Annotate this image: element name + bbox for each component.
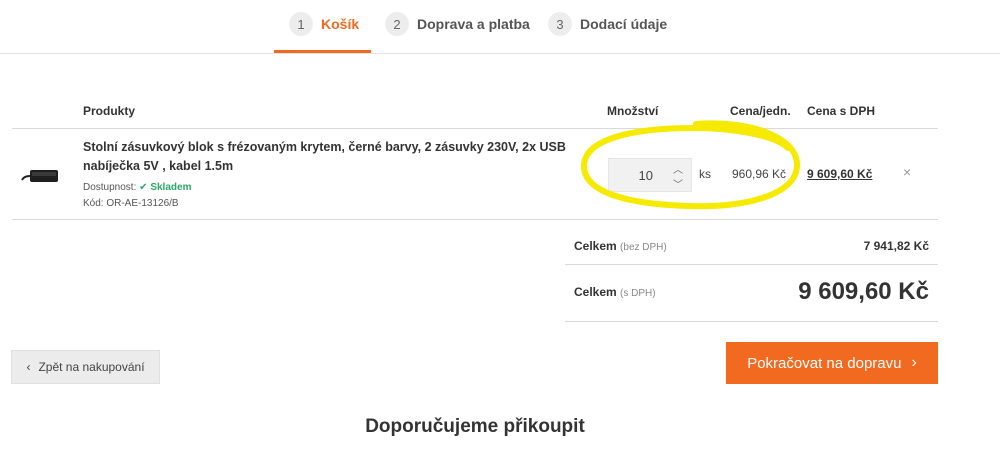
back-button-label: Zpět na nakupování: [38, 360, 145, 374]
total-gross-label: Celkem (s DPH): [574, 285, 656, 299]
total-gross-label-text: Celkem: [574, 285, 617, 299]
step-label: Košík: [321, 16, 360, 32]
total-net-label-text: Celkem: [574, 239, 617, 253]
totals-bottom-divider: [565, 321, 938, 322]
product-title-link[interactable]: Stolní zásuvkový blok s frézovaným kryte…: [83, 138, 583, 176]
step-number: 2: [385, 12, 409, 36]
step-label: Doprava a platba: [417, 16, 530, 32]
step-delivery-details[interactable]: 3 Dodací údaje: [548, 10, 667, 38]
product-code: Kód: OR-AE-13126/B: [83, 198, 179, 209]
active-step-underline: [274, 50, 371, 53]
line-total-price: 9 609,60 Kč: [807, 167, 873, 181]
header-quantity: Množství: [607, 104, 659, 118]
quantity-unit: ks: [699, 167, 711, 181]
quantity-decrease-icon[interactable]: ﹀: [667, 176, 689, 191]
total-net-label: Celkem (bez DPH): [574, 239, 667, 253]
row-divider: [12, 219, 938, 220]
checkout-steps: 1 Košík 2 Doprava a platba 3 Dodací údaj…: [0, 0, 1000, 54]
unit-price: 960,96 Kč: [732, 167, 787, 181]
step-shipping-payment[interactable]: 2 Doprava a platba: [385, 10, 530, 38]
header-products: Produkty: [83, 104, 136, 118]
product-image[interactable]: [20, 162, 64, 188]
total-net-sub: (bez DPH): [620, 242, 667, 253]
continue-to-shipping-button[interactable]: Pokračovat na dopravu ›: [726, 342, 938, 384]
total-net-value: 7 941,82 Kč: [863, 239, 929, 253]
quantity-input[interactable]: [609, 159, 665, 191]
step-cart[interactable]: 1 Košík: [289, 10, 359, 38]
availability-value: Skladem: [150, 182, 192, 193]
check-icon: ✔: [139, 182, 148, 193]
availability-label: Dostupnost:: [83, 182, 137, 193]
header-unit-price: Cena/jedn.: [730, 104, 791, 118]
chevron-left-icon: ‹: [26, 360, 31, 374]
next-button-label: Pokračovat na dopravu: [747, 354, 902, 372]
remove-item-icon[interactable]: ×: [903, 164, 911, 180]
quantity-stepper: ︿ ﹀: [608, 158, 692, 192]
quantity-increase-icon[interactable]: ︿: [667, 161, 689, 176]
availability: Dostupnost: ✔ Skladem: [83, 182, 191, 193]
step-label: Dodací údaje: [580, 16, 668, 32]
totals-divider: [565, 264, 938, 265]
step-number: 1: [289, 12, 313, 36]
header-price-vat: Cena s DPH: [807, 104, 876, 118]
step-number: 3: [548, 12, 572, 36]
header-divider: [12, 128, 938, 129]
recommend-heading: Doporučujeme přikoupit: [365, 416, 585, 437]
total-gross-sub: (s DPH): [620, 288, 656, 299]
chevron-right-icon: ›: [911, 354, 917, 371]
back-to-shopping-button[interactable]: ‹ Zpět na nakupování: [11, 350, 160, 384]
total-gross-value: 9 609,60 Kč: [798, 278, 929, 305]
cart-page: 1 Košík 2 Doprava a platba 3 Dodací údaj…: [0, 0, 1000, 462]
